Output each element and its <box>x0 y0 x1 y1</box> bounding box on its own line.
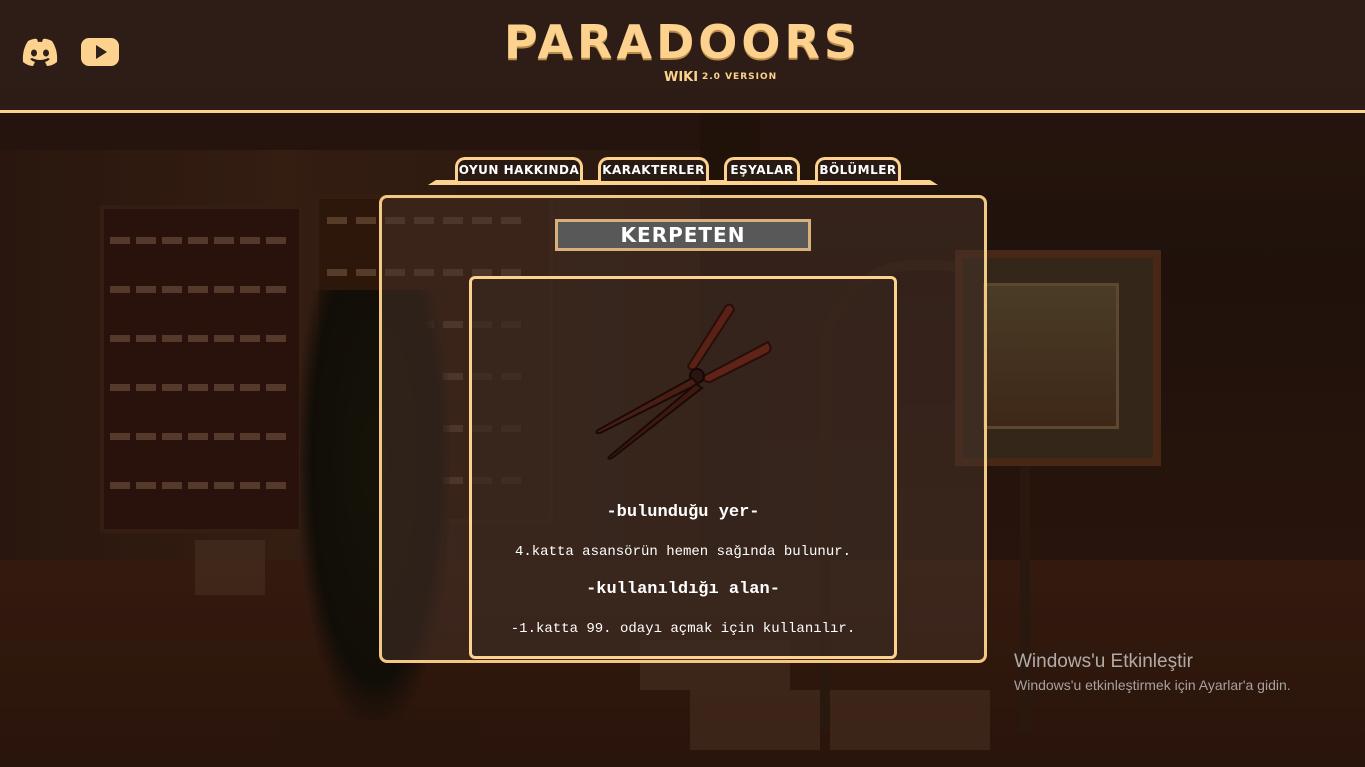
item-title: KERPETEN <box>555 219 811 251</box>
logo-version: 2.0 VERSION <box>702 72 778 82</box>
tab-esyalar[interactable]: EŞYALAR <box>724 157 800 181</box>
windows-activation-subtitle: Windows'u etkinleştirmek için Ayarlar'a … <box>1014 677 1291 693</box>
windows-activation-title: Windows'u Etkinleştir <box>1014 651 1193 672</box>
tab-bolumler[interactable]: BÖLÜMLER <box>815 157 901 181</box>
location-heading: -bulunduğu yer- <box>606 503 760 522</box>
location-text: 4.katta asansörün hemen sağında bulunur. <box>514 544 852 560</box>
tab-karakterler[interactable]: KARAKTERLER <box>598 157 709 181</box>
site-logo[interactable]: PARADOORS <box>0 14 1365 70</box>
usage-heading: -kullanıldığı alan- <box>586 580 780 599</box>
usage-text: -1.katta 99. odayı açmak için kullanılır… <box>510 621 856 637</box>
logo-title: PARADOORS <box>503 15 862 69</box>
site-header: PARADOORS WIKI 2.0 VERSION <box>0 0 1365 113</box>
logo-subtitle: WIKI <box>664 70 699 85</box>
pruning-shears-icon <box>595 303 772 460</box>
tab-oyun-hakkinda[interactable]: OYUN HAKKINDA <box>455 157 583 181</box>
